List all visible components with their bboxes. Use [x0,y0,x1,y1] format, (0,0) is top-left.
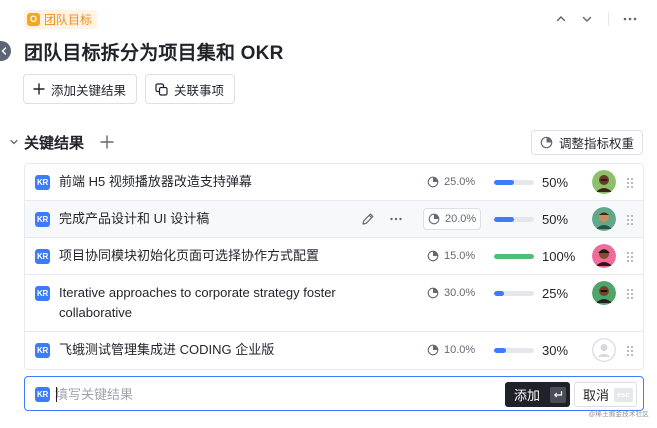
kr-badge-icon: KR [35,212,50,227]
unassigned-avatar-icon[interactable] [592,338,616,362]
pie-icon [427,250,439,262]
kr-badge-icon: KR [35,175,50,190]
progress-fill [494,180,514,185]
link-items-label: 关联事项 [174,83,225,98]
weight-value[interactable]: 10.0% [427,339,475,361]
chevron-up-icon[interactable] [548,9,574,29]
action-buttons: 添加关键结果 关联事项 [23,74,236,104]
progress-bar [494,217,534,222]
avatar[interactable] [592,244,616,268]
page-title: 团队目标拆分为项目集和 OKR [24,43,284,64]
key-result-row[interactable]: KR 完成产品设计和 UI 设计稿 20.0% 50% [25,201,643,238]
add-key-result-button[interactable]: 添加关键结果 [23,74,138,104]
text-caret [56,387,57,402]
kr-badge-icon: KR [35,249,50,264]
add-icon[interactable] [98,133,116,151]
key-result-title[interactable]: 项目协同模块初始化页面可选择协作方式配置 [59,246,319,266]
weight-label: 25.0% [444,176,476,188]
pie-icon [540,136,553,148]
cancel-label: 取消 [583,388,610,403]
avatar[interactable] [592,170,616,194]
enter-key-icon [550,386,567,403]
key-result-title[interactable]: 完成产品设计和 UI 设计稿 [59,209,209,229]
key-result-title[interactable]: Iterative approaches to corporate strate… [59,283,336,323]
goal-type-label: 团队目标 [44,12,93,27]
goal-type-tag[interactable]: O 团队目标 [24,9,98,29]
chevron-down-icon[interactable] [574,9,600,29]
esc-key-hint: esc [614,387,633,402]
drag-handle-icon[interactable] [626,287,634,299]
key-result-row[interactable]: KR 项目协同模块初始化页面可选择协作方式配置 15.0% 100% [25,238,643,275]
watermark: @稀土掘金技术社区 [588,411,649,418]
progress-bar [494,348,534,353]
row-actions [361,212,403,231]
progress-fill [494,217,514,222]
cancel-button[interactable]: 取消 esc [574,382,637,407]
section-title: 关键结果 [24,134,85,152]
key-result-input[interactable] [55,383,415,405]
progress-bar [494,291,534,296]
plus-icon [33,83,45,95]
weight-value[interactable]: 30.0% [427,282,475,304]
progress-percent[interactable]: 25% [542,286,568,301]
progress-fill [494,291,504,296]
kr-badge-icon: KR [35,286,50,301]
weight-value[interactable]: 15.0% [427,245,475,267]
progress-bar [494,254,534,259]
key-result-row[interactable]: KR Iterative approaches to corporate str… [25,275,643,332]
divider [608,12,609,26]
confirm-add-label: 添加 [514,388,541,403]
progress-percent[interactable]: 30% [542,343,568,358]
adjust-weight-label: 调整指标权重 [558,136,634,151]
top-actions [548,9,643,29]
more-icon[interactable] [389,212,403,231]
drag-handle-icon[interactable] [626,176,634,188]
weight-label: 20.0% [445,213,477,225]
progress-percent[interactable]: 50% [542,212,568,227]
kr-badge-icon: KR [35,387,50,402]
key-result-title[interactable]: 前端 H5 视频播放器改造支持弹幕 [59,172,252,192]
key-results-header: 关键结果 调整指标权重 [8,129,643,155]
key-result-row[interactable]: KR 前端 H5 视频播放器改造支持弹幕 25.0% 50% [25,164,643,201]
key-result-title-line2: collaborative [59,305,132,320]
pie-icon [427,344,439,356]
top-bar: O 团队目标 [24,9,643,29]
progress-percent[interactable]: 100% [542,249,575,264]
key-results-list: KR 前端 H5 视频播放器改造支持弹幕 25.0% 50% KR 完成产品设计… [24,163,644,370]
progress-fill [494,254,534,259]
key-result-title-line1: Iterative approaches to corporate strate… [59,285,336,300]
pie-icon [427,176,439,188]
add-key-result-form: KR 添加 取消 esc [24,376,644,411]
chevron-left-icon [1,47,7,55]
add-key-result-label: 添加关键结果 [51,83,127,98]
weight-value[interactable]: 25.0% [427,171,475,193]
weight-label: 10.0% [444,344,476,356]
edit-icon[interactable] [361,212,375,231]
adjust-weight-button[interactable]: 调整指标权重 [530,129,643,155]
confirm-add-button[interactable]: 添加 [505,382,571,407]
pie-icon [427,287,439,299]
pie-icon [428,213,440,225]
avatar[interactable] [592,207,616,231]
copy-link-icon [155,82,168,96]
link-items-button[interactable]: 关联事项 [145,74,236,104]
progress-fill [494,348,506,353]
key-result-title[interactable]: 飞蛾测试管理集成进 CODING 企业版 [59,340,274,360]
avatar[interactable] [592,281,616,305]
progress-bar [494,180,534,185]
weight-label: 30.0% [444,287,476,299]
weight-value[interactable]: 20.0% [423,208,482,230]
kr-badge-icon: KR [35,343,50,358]
more-icon[interactable] [617,9,643,29]
chevron-down-icon[interactable] [8,137,20,147]
weight-label: 15.0% [444,250,476,262]
objective-icon: O [27,12,40,26]
key-result-row[interactable]: KR 飞蛾测试管理集成进 CODING 企业版 10.0% 30% [25,332,643,369]
panel-collapse-button[interactable] [0,41,11,61]
progress-percent[interactable]: 50% [542,175,568,190]
drag-handle-icon[interactable] [626,344,634,356]
drag-handle-icon[interactable] [626,213,634,225]
drag-handle-icon[interactable] [626,250,634,262]
